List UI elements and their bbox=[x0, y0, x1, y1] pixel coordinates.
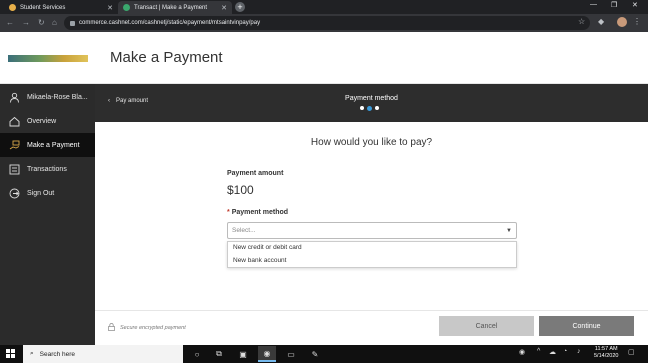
taskbar-search-placeholder: Search here bbox=[39, 350, 76, 358]
close-icon[interactable]: ✕ bbox=[107, 4, 113, 12]
minimize-icon[interactable]: — bbox=[590, 1, 597, 8]
close-icon[interactable]: ✕ bbox=[221, 4, 227, 12]
payment-method-select[interactable]: Select... ▼ bbox=[227, 222, 517, 239]
payment-method-label-text: Payment method bbox=[231, 209, 289, 216]
signout-icon bbox=[9, 188, 20, 199]
windows-start-icon[interactable] bbox=[6, 349, 15, 358]
payment-method-label: * Payment method bbox=[227, 209, 288, 216]
window-close-icon[interactable]: ✕ bbox=[632, 1, 638, 9]
home-button-icon[interactable]: ⌂ bbox=[52, 18, 57, 27]
bookmark-star-icon[interactable]: ☆ bbox=[578, 17, 585, 26]
volume-icon[interactable]: ♪ bbox=[577, 348, 581, 355]
payment-amount-value: $100 bbox=[227, 183, 254, 197]
chrome-app-icon[interactable]: ◉ bbox=[258, 346, 276, 362]
select-placeholder: Select... bbox=[232, 227, 256, 234]
tab-label: Transact | Make a Payment bbox=[134, 4, 208, 11]
option-new-card[interactable]: New credit or debit card bbox=[228, 242, 516, 255]
notification-icon[interactable]: ▢ bbox=[628, 348, 635, 356]
sidebar-item-label: Transactions bbox=[27, 165, 67, 173]
tab-label: Student Services bbox=[20, 4, 66, 11]
wifi-icon[interactable]: ◔ bbox=[563, 348, 567, 355]
sidebar-item-label: Make a Payment bbox=[27, 141, 80, 149]
sidebar-item-user[interactable]: Mikaela-Rose Bla... bbox=[0, 85, 95, 109]
extension-icon[interactable]: ◆ bbox=[598, 17, 604, 26]
sidebar-item-label: Mikaela-Rose Bla... bbox=[27, 93, 88, 101]
sidebar-item-label: Overview bbox=[27, 117, 57, 125]
chevron-up-icon[interactable]: ^ bbox=[537, 348, 540, 355]
cortana-icon[interactable]: ○ bbox=[188, 346, 206, 362]
payment-amount-label: Payment amount bbox=[227, 170, 284, 177]
secure-text: Secure encrypted payment bbox=[120, 325, 186, 331]
maximize-icon[interactable]: ❐ bbox=[611, 1, 617, 9]
profile-avatar[interactable] bbox=[617, 17, 627, 27]
continue-button[interactable]: Continue bbox=[539, 316, 634, 336]
browser-tab-student-services[interactable]: Student Services ✕ bbox=[4, 1, 118, 14]
step-indicator bbox=[360, 105, 379, 111]
search-icon: ⌕ bbox=[30, 350, 34, 357]
required-mark: * bbox=[227, 209, 230, 216]
list-icon bbox=[9, 164, 20, 175]
clock-date: 5/14/2020 bbox=[594, 353, 619, 359]
back-arrow-icon[interactable]: ← bbox=[6, 18, 14, 27]
progress-header bbox=[95, 84, 648, 122]
home-icon bbox=[9, 116, 20, 127]
step-title: Payment method bbox=[345, 95, 398, 102]
page-header bbox=[0, 32, 648, 84]
menu-dots-icon[interactable]: ⋮ bbox=[633, 17, 641, 26]
lock-icon bbox=[70, 20, 75, 26]
step-dot bbox=[360, 106, 364, 110]
cancel-button[interactable]: Cancel bbox=[439, 316, 534, 336]
sidebar-item-sign-out[interactable]: Sign Out bbox=[0, 181, 95, 205]
url-text: commerce.cashnet.com/cashnetj/static/epa… bbox=[79, 20, 261, 26]
zoom-app-icon[interactable]: ▣ bbox=[234, 346, 252, 362]
taskbar-clock[interactable]: 11:57 AM 5/14/2020 bbox=[594, 346, 618, 360]
caret-down-icon: ▼ bbox=[506, 227, 512, 234]
sidebar-item-make-payment[interactable]: Make a Payment bbox=[0, 133, 95, 157]
step-dot-current bbox=[367, 105, 372, 111]
browser-tab-make-payment[interactable]: Transact | Make a Payment ✕ bbox=[118, 1, 232, 14]
option-new-bank-account[interactable]: New bank account bbox=[228, 255, 516, 268]
sidebar-item-label: Sign Out bbox=[27, 189, 55, 197]
task-view-icon[interactable]: ⧉ bbox=[210, 346, 228, 362]
clock-time: 11:57 AM bbox=[594, 346, 618, 352]
secure-notice: Secure encrypted payment bbox=[108, 323, 186, 333]
file-explorer-icon[interactable]: ▭ bbox=[282, 346, 300, 362]
new-tab-button[interactable]: + bbox=[235, 2, 245, 12]
reload-icon[interactable]: ↻ bbox=[38, 18, 45, 27]
payment-hand-icon bbox=[9, 140, 20, 151]
payment-method-dropdown: New credit or debit card New bank accoun… bbox=[227, 241, 517, 268]
sidebar-item-overview[interactable]: Overview bbox=[0, 109, 95, 133]
person-icon bbox=[9, 92, 20, 103]
chrome-tray-icon[interactable]: ◉ bbox=[519, 348, 525, 356]
forward-arrow-icon[interactable]: → bbox=[22, 18, 30, 27]
step-dot bbox=[375, 106, 379, 110]
page-title: Make a Payment bbox=[110, 49, 223, 66]
lock-icon bbox=[108, 323, 115, 333]
payment-question: How would you like to pay? bbox=[310, 137, 433, 148]
notes-app-icon[interactable]: ✎ bbox=[306, 346, 324, 362]
sidebar-item-transactions[interactable]: Transactions bbox=[0, 157, 95, 181]
favicon-icon bbox=[123, 4, 130, 11]
favicon-icon bbox=[9, 4, 16, 11]
taskbar-search[interactable]: ⌕ Search here bbox=[23, 345, 183, 363]
school-logo bbox=[8, 55, 88, 62]
onedrive-icon[interactable]: ☁ bbox=[549, 348, 556, 356]
address-bar[interactable]: commerce.cashnet.com/cashnetj/static/epa… bbox=[64, 16, 590, 30]
